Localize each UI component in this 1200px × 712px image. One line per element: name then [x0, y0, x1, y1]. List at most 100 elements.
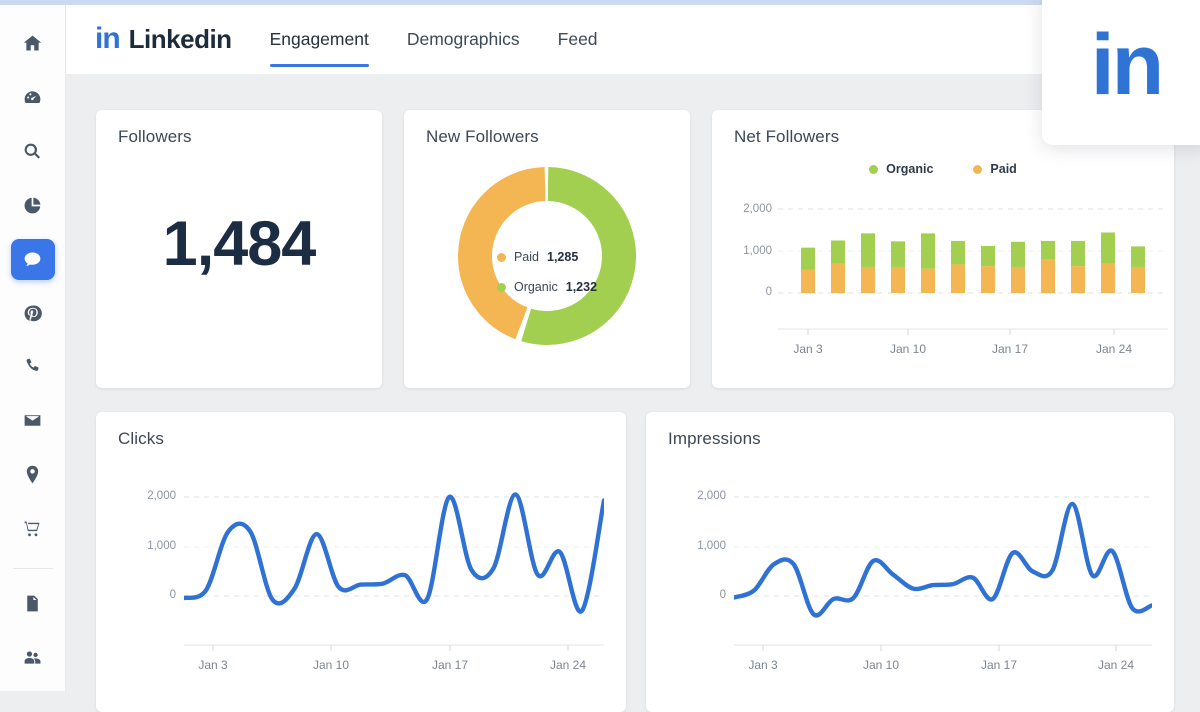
x-tick-jan24: Jan 24: [1084, 342, 1144, 356]
linkedin-logo-icon: in: [95, 24, 120, 54]
bar-paid: [1071, 266, 1085, 293]
users-icon: [22, 647, 43, 668]
bar-paid: [801, 269, 815, 293]
y-tick-1000: 1,000: [712, 245, 772, 257]
legend-dot-organic-icon: [497, 283, 506, 292]
x-tick-jan3: Jan 3: [733, 658, 793, 672]
sidebar-item-contacts[interactable]: [11, 637, 55, 678]
impressions-x-axis: [734, 644, 1152, 654]
legend-label-paid: Paid: [990, 162, 1016, 176]
card-followers: Followers 1,484: [96, 110, 382, 388]
legend-value-paid: 1,285: [547, 250, 578, 264]
sidebar-item-home[interactable]: [11, 23, 55, 64]
net-followers-plot: [778, 206, 1168, 318]
bar-organic: [1071, 241, 1085, 266]
sidebar-item-dashboard[interactable]: [11, 77, 55, 118]
impressions-line: [734, 504, 1152, 616]
bar-paid: [921, 269, 935, 293]
card-title-clicks: Clicks: [118, 429, 164, 449]
card-clicks: Clicks 2,000 1,000 0 Jan 3 Jan 10 Jan 17…: [96, 412, 626, 712]
bar-paid: [951, 264, 965, 293]
sidebar-item-documents[interactable]: [11, 583, 55, 624]
header: in Linkedin Engagement Demographics Feed: [66, 5, 1200, 75]
bar-organic: [1101, 233, 1115, 264]
net-followers-legend: Organic Paid: [712, 162, 1174, 176]
tab-engagement[interactable]: Engagement: [270, 5, 369, 75]
legend-item-organic: Organic: [869, 162, 933, 176]
sidebar-item-mail[interactable]: [11, 400, 55, 441]
sidebar: [0, 5, 66, 691]
tab-feed[interactable]: Feed: [558, 5, 598, 75]
linkedin-logo-large-icon: in: [1091, 22, 1161, 108]
y-tick-0: 0: [106, 589, 176, 601]
bar-organic: [801, 248, 815, 270]
y-tick-0: 0: [656, 589, 726, 601]
card-title-net-followers: Net Followers: [734, 127, 839, 147]
card-impressions: Impressions 2,000 1,000 0 Jan 3 Jan 10 J…: [646, 412, 1174, 712]
sidebar-item-store[interactable]: [11, 508, 55, 549]
search-icon: [22, 141, 43, 162]
legend-dot-organic-icon: [869, 165, 878, 174]
x-tick-jan17: Jan 17: [969, 658, 1029, 672]
sidebar-item-analytics[interactable]: [11, 185, 55, 226]
bar-paid: [1041, 259, 1055, 293]
sidebar-item-social[interactable]: [11, 293, 55, 334]
bar-organic: [1011, 242, 1025, 267]
clicks-x-axis: [184, 644, 604, 654]
legend-value-organic: 1,232: [566, 280, 597, 294]
x-tick-jan17: Jan 17: [420, 658, 480, 672]
card-net-followers: Net Followers Organic Paid 2,000 1,000 0: [712, 110, 1174, 388]
pinterest-icon: [22, 303, 43, 324]
bar-paid: [1101, 264, 1115, 293]
bar-group: [801, 233, 1145, 293]
chat-icon: [22, 249, 43, 270]
bar-paid: [1131, 267, 1145, 293]
shopping-cart-icon: [22, 518, 43, 539]
sidebar-item-locations[interactable]: [11, 454, 55, 495]
bar-organic: [831, 241, 845, 264]
y-tick-1000: 1,000: [106, 540, 176, 552]
document-icon: [22, 593, 43, 614]
impressions-plot: [734, 486, 1152, 636]
y-tick-1000: 1,000: [656, 540, 726, 552]
sidebar-item-search[interactable]: [11, 131, 55, 172]
x-tick-jan24: Jan 24: [538, 658, 598, 672]
bar-paid: [981, 266, 995, 293]
card-new-followers: New Followers Paid 1,285 Organic 1,232: [404, 110, 690, 388]
location-pin-icon: [22, 464, 43, 485]
sidebar-item-calls[interactable]: [11, 347, 55, 388]
x-tick-jan3: Jan 3: [778, 342, 838, 356]
bar-paid: [831, 264, 845, 293]
y-tick-2000: 2,000: [106, 490, 176, 502]
card-title-followers: Followers: [118, 127, 192, 147]
x-tick-jan10: Jan 10: [301, 658, 361, 672]
legend-label-organic: Organic: [514, 280, 558, 294]
followers-value: 1,484: [96, 208, 382, 280]
legend-dot-paid-icon: [973, 165, 982, 174]
legend-item-organic: Organic 1,232: [497, 280, 597, 294]
home-icon: [22, 33, 43, 54]
dashboard-icon: [22, 87, 43, 108]
sidebar-item-messages[interactable]: [11, 239, 55, 280]
x-tick-jan10: Jan 10: [878, 342, 938, 356]
phone-icon: [22, 356, 43, 377]
bar-organic: [921, 233, 935, 268]
card-title-impressions: Impressions: [668, 429, 761, 449]
floating-linkedin-logo-card: in: [1042, 0, 1200, 145]
tab-bar: Engagement Demographics Feed: [270, 5, 636, 75]
bar-paid: [891, 267, 905, 293]
y-tick-2000: 2,000: [712, 203, 772, 215]
bar-organic: [981, 246, 995, 266]
legend-label-paid: Paid: [514, 250, 539, 264]
legend-dot-paid-icon: [497, 253, 506, 262]
brand-name: Linkedin: [129, 24, 232, 55]
x-tick-jan17: Jan 17: [980, 342, 1040, 356]
tab-demographics[interactable]: Demographics: [407, 5, 520, 75]
x-tick-jan24: Jan 24: [1086, 658, 1146, 672]
legend-item-paid: Paid: [973, 162, 1016, 176]
sidebar-divider: [13, 568, 53, 569]
bar-organic: [861, 233, 875, 267]
card-title-new-followers: New Followers: [426, 127, 539, 147]
bar-paid: [1011, 267, 1025, 293]
bar-organic: [1041, 241, 1055, 259]
